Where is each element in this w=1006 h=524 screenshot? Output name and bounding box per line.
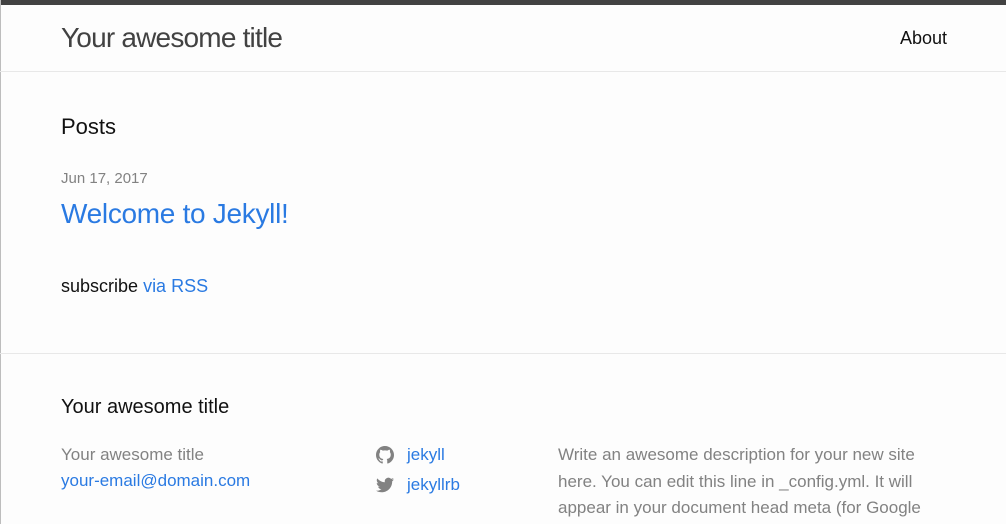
site-title-link[interactable]: Your awesome title [61,20,283,56]
rss-link[interactable]: via RSS [143,276,208,296]
site-header: Your awesome title About [0,5,1006,72]
site-description: Write an awesome description for your ne… [558,445,921,517]
twitter-link[interactable]: jekyllrb [376,472,460,498]
footer-social: jekyll jekyllrb [376,442,460,502]
nav-link-about[interactable]: About [900,27,947,49]
subscribe-line: subscribe via RSS [61,275,208,297]
twitter-username: jekyllrb [407,475,460,494]
post-date: Jun 17, 2017 [61,170,148,187]
footer-site-name: Your awesome title [61,445,205,464]
footer-contact: Your awesome title your-email@domain.com [61,442,250,494]
github-link[interactable]: jekyll [376,442,460,468]
github-icon [376,446,394,464]
twitter-icon [376,476,394,494]
github-username: jekyll [407,445,445,464]
post-title-link[interactable]: Welcome to Jekyll! [61,196,289,232]
subscribe-label: subscribe [61,276,139,296]
footer-heading: Your awesome title [61,396,230,418]
site-footer: Your awesome title Your awesome title yo… [0,353,1006,524]
posts-heading: Posts [61,114,117,139]
footer-email-link[interactable]: your-email@domain.com [61,468,250,494]
